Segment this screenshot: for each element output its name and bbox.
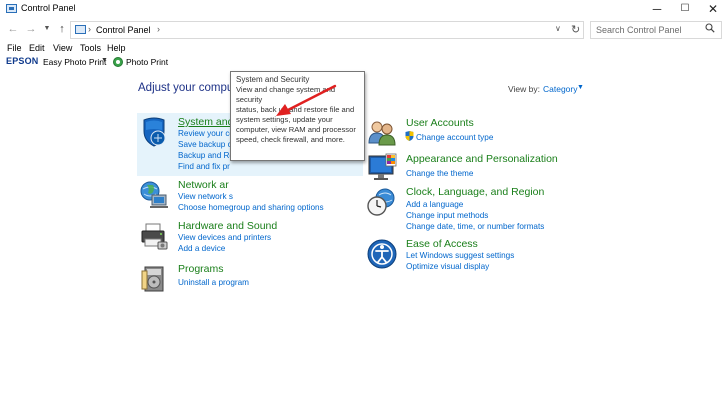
network-globe-icon bbox=[140, 181, 168, 208]
category-title[interactable]: Clock, Language, and Region bbox=[406, 186, 544, 198]
address-dropdown-icon[interactable]: ∨ bbox=[555, 24, 561, 33]
breadcrumb-control-panel[interactable]: Control Panel bbox=[96, 25, 151, 35]
close-button[interactable]: ✕ bbox=[699, 0, 727, 18]
category-title[interactable]: Hardware and Sound bbox=[178, 220, 277, 232]
monitor-palette-icon bbox=[368, 153, 397, 180]
easy-photo-print-dropdown-icon[interactable]: ▼ bbox=[101, 57, 108, 64]
view-by-chevron-icon[interactable]: ▼ bbox=[577, 84, 584, 91]
breadcrumb-chevron-icon[interactable]: › bbox=[88, 24, 91, 34]
category-link[interactable]: Let Windows suggest settings bbox=[406, 251, 514, 260]
minimize-button[interactable]: ─ bbox=[643, 0, 671, 18]
easy-photo-print-button[interactable]: Easy Photo Print bbox=[43, 57, 106, 67]
category-link[interactable]: Uninstall a program bbox=[178, 278, 249, 287]
back-arrow-icon[interactable]: ← bbox=[6, 22, 20, 36]
epson-logo: EPSON bbox=[6, 56, 39, 66]
category-title[interactable]: Network ar bbox=[178, 179, 229, 191]
epson-toolbar: EPSON Easy Photo Print ▼ Photo Print bbox=[0, 55, 728, 69]
category-link[interactable]: View devices and printers bbox=[178, 233, 271, 242]
photo-print-button[interactable]: Photo Print bbox=[126, 57, 168, 67]
view-by-dropdown[interactable]: Category bbox=[543, 84, 578, 94]
category-link[interactable]: Add a language bbox=[406, 200, 463, 209]
category-link[interactable]: Change date, time, or number formats bbox=[406, 222, 544, 231]
category-link[interactable]: Change account type bbox=[416, 133, 493, 142]
navigation-bar: ← → ▼ ↑ › Control Panel › ∨ ↻ bbox=[0, 20, 728, 40]
programs-icon bbox=[141, 266, 164, 292]
menu-file[interactable]: File bbox=[7, 43, 22, 53]
menu-bar: File Edit View Tools Help bbox=[0, 42, 728, 55]
accessibility-icon bbox=[367, 239, 397, 269]
category-link[interactable]: Save backup co bbox=[178, 140, 236, 149]
clock-globe-icon bbox=[367, 188, 395, 216]
category-link[interactable]: Change the theme bbox=[406, 169, 473, 178]
maximize-button[interactable]: ☐ bbox=[671, 0, 699, 18]
category-link[interactable]: View network s bbox=[178, 192, 233, 201]
printer-icon bbox=[141, 223, 168, 250]
menu-view[interactable]: View bbox=[53, 43, 72, 53]
shield-icon bbox=[143, 117, 166, 147]
menu-tools[interactable]: Tools bbox=[80, 43, 101, 53]
address-bar[interactable]: › Control Panel › ∨ ↻ bbox=[70, 21, 584, 39]
category-link[interactable]: Backup and Re bbox=[178, 151, 234, 160]
refresh-icon[interactable]: ↻ bbox=[571, 23, 580, 36]
view-by-label: View by: bbox=[508, 84, 540, 94]
control-panel-icon bbox=[6, 4, 17, 13]
recent-locations-chevron-icon[interactable]: ▼ bbox=[40, 22, 54, 36]
up-arrow-icon[interactable]: ↑ bbox=[55, 22, 69, 36]
title-bar: Control Panel ─ ☐ ✕ bbox=[0, 0, 728, 18]
category-title[interactable]: Appearance and Personalization bbox=[406, 153, 558, 165]
annotation-arrow-icon bbox=[276, 84, 337, 116]
users-icon bbox=[368, 121, 396, 146]
category-link[interactable]: Add a device bbox=[178, 244, 225, 253]
tooltip-line: computer, view RAM and processor bbox=[236, 125, 356, 134]
category-title[interactable]: Ease of Access bbox=[406, 238, 478, 250]
window-title: Control Panel bbox=[21, 3, 76, 13]
photo-print-icon bbox=[113, 57, 123, 67]
menu-edit[interactable]: Edit bbox=[29, 43, 45, 53]
category-title[interactable]: User Accounts bbox=[406, 117, 474, 129]
category-title[interactable]: Programs bbox=[178, 263, 224, 275]
control-panel-location-icon bbox=[75, 25, 86, 34]
menu-help[interactable]: Help bbox=[107, 43, 126, 53]
search-input[interactable] bbox=[590, 21, 722, 39]
category-link[interactable]: Choose homegroup and sharing options bbox=[178, 203, 324, 212]
forward-arrow-icon[interactable]: → bbox=[24, 22, 38, 36]
category-link[interactable]: Change input methods bbox=[406, 211, 488, 220]
category-link[interactable]: Find and fix pr bbox=[178, 162, 230, 171]
uac-shield-icon bbox=[405, 131, 414, 141]
tooltip-line: speed, check firewall, and more. bbox=[236, 135, 345, 144]
search-icon[interactable] bbox=[705, 23, 715, 33]
breadcrumb-chevron-icon[interactable]: › bbox=[157, 24, 160, 34]
category-link[interactable]: Optimize visual display bbox=[406, 262, 489, 271]
